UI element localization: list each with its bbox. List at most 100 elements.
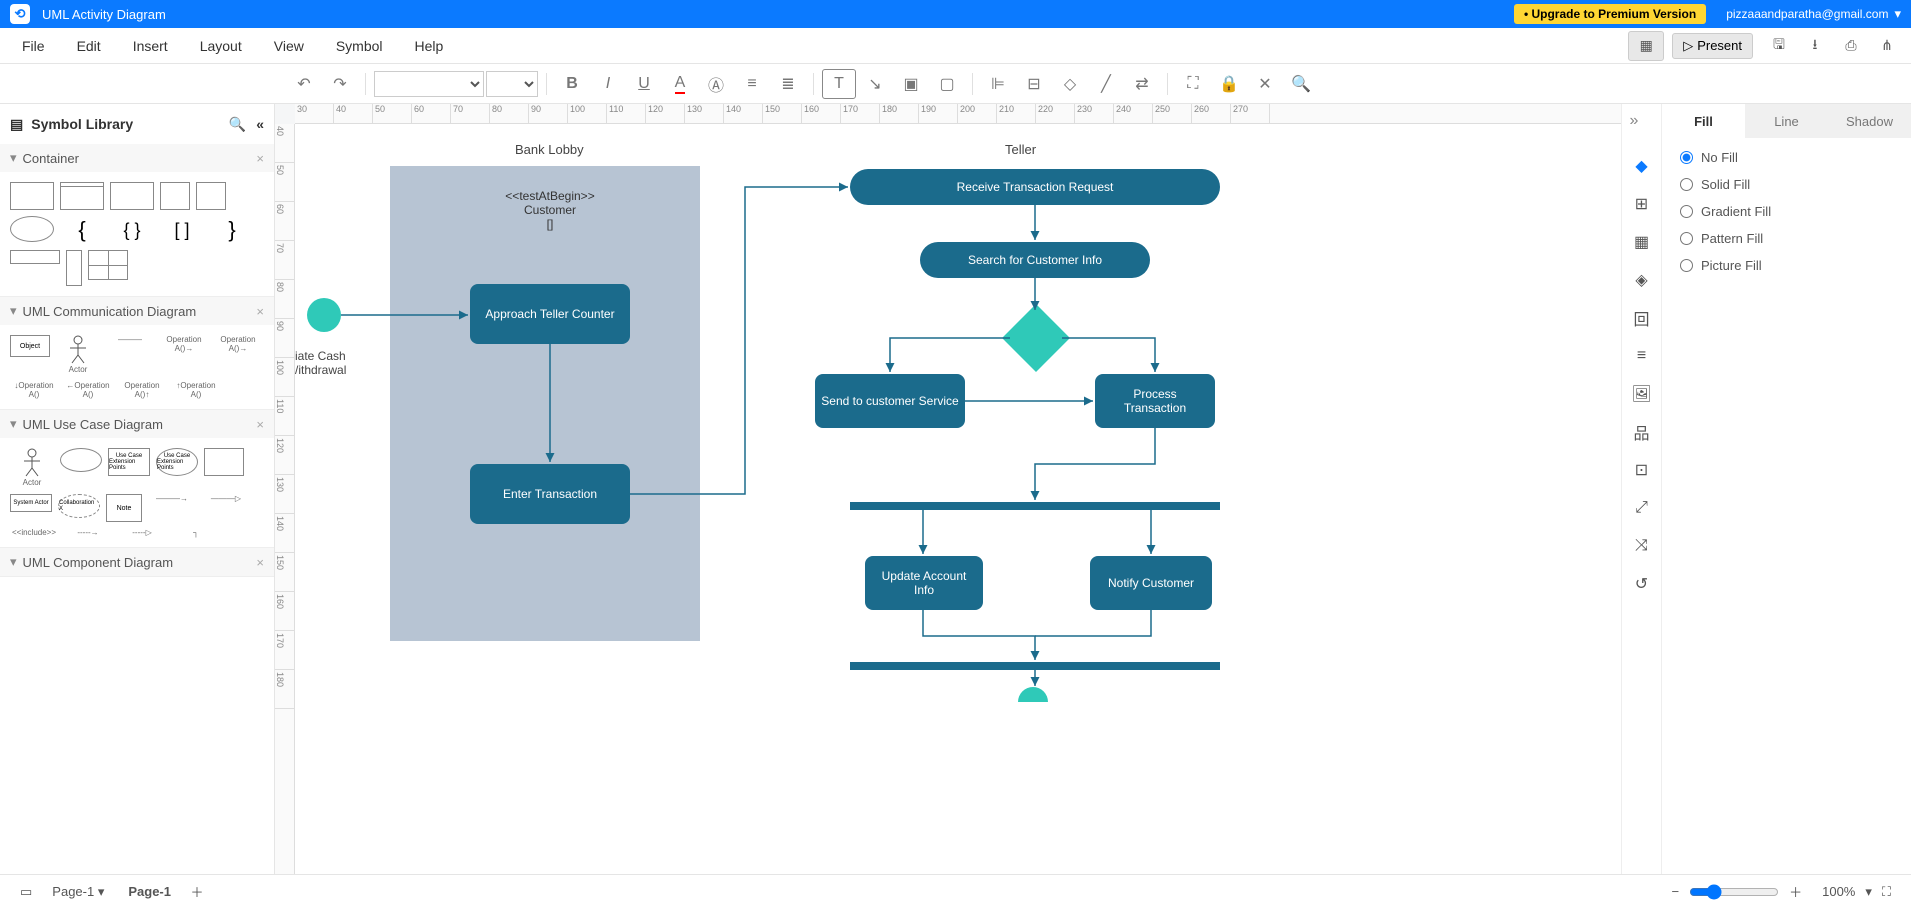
- shape-arrow-open[interactable]: ———▷: [202, 494, 250, 522]
- font-size-select[interactable]: [486, 71, 538, 97]
- shape-operation-u[interactable]: Operation A()↑: [118, 381, 166, 399]
- line-spacing-icon[interactable]: ≣: [771, 69, 805, 99]
- fork-bar-1[interactable]: [850, 502, 1220, 510]
- italic-icon[interactable]: I: [591, 69, 625, 99]
- expand-panel-icon[interactable]: »: [1630, 112, 1654, 136]
- shape-dash-arrow[interactable]: -----→: [64, 528, 112, 537]
- lib-head-component[interactable]: ▾ UML Component Diagram ×: [0, 548, 274, 576]
- page-select[interactable]: Page-1 ▾: [42, 884, 114, 900]
- pages-panel-icon[interactable]: ▭: [10, 884, 42, 900]
- tools-icon[interactable]: ✕: [1248, 69, 1282, 99]
- shape-container-4[interactable]: [160, 182, 190, 210]
- menu-file[interactable]: File: [6, 38, 61, 54]
- fullscreen-icon[interactable]: ⛶: [1872, 884, 1901, 900]
- final-node-partial[interactable]: [1018, 687, 1048, 702]
- diagram-canvas[interactable]: Bank Lobby Teller <<testAtBegin>> Custom…: [295, 124, 1621, 874]
- activity-search[interactable]: Search for Customer Info: [920, 242, 1150, 278]
- fill-tool-icon[interactable]: ◆: [1630, 154, 1654, 178]
- tab-fill[interactable]: Fill: [1662, 104, 1745, 138]
- sitemap-tool-icon[interactable]: 品: [1630, 420, 1654, 444]
- activity-enter[interactable]: Enter Transaction: [470, 464, 630, 524]
- highlight-icon[interactable]: Ⓐ: [699, 69, 733, 99]
- menu-symbol[interactable]: Symbol: [320, 38, 399, 54]
- join-bar-1[interactable]: [850, 662, 1220, 670]
- shape-brace-r[interactable]: }: [210, 216, 254, 244]
- stereotype-label[interactable]: <<testAtBegin>> Customer []: [490, 189, 610, 231]
- page-tab[interactable]: Page-1: [114, 884, 185, 899]
- download-icon[interactable]: ⭳: [1797, 31, 1833, 61]
- tab-shadow[interactable]: Shadow: [1828, 104, 1911, 138]
- data-tool-icon[interactable]: ≡: [1630, 344, 1654, 368]
- lib-head-container[interactable]: ▾ Container ×: [0, 144, 274, 172]
- close-icon[interactable]: ×: [256, 304, 264, 319]
- activity-process[interactable]: Process Transaction: [1095, 374, 1215, 428]
- close-icon[interactable]: ×: [256, 555, 264, 570]
- shape-object[interactable]: Object: [10, 335, 50, 357]
- shape-uc-actor[interactable]: Actor: [10, 448, 54, 488]
- shape-container-rect-2[interactable]: [60, 182, 104, 210]
- search-toolbar-icon[interactable]: 🔍: [1284, 69, 1318, 99]
- close-icon[interactable]: ×: [256, 417, 264, 432]
- shape-system-actor[interactable]: System Actor: [10, 494, 52, 512]
- zoom-slider[interactable]: [1689, 884, 1779, 900]
- initial-node[interactable]: [307, 298, 341, 332]
- fill-option-picture[interactable]: Picture Fill: [1680, 258, 1893, 273]
- shape-note[interactable]: Note: [106, 494, 142, 522]
- shape-line[interactable]: ———: [106, 335, 154, 375]
- fill-option-gradient[interactable]: Gradient Fill: [1680, 204, 1893, 219]
- shape-dash-open[interactable]: -----▷: [118, 528, 166, 537]
- collapse-sidebar-icon[interactable]: «: [256, 116, 264, 132]
- fill-color-icon[interactable]: ◇: [1053, 69, 1087, 99]
- save-icon[interactable]: 🖫: [1761, 31, 1797, 61]
- arrow-style-icon[interactable]: ⇄: [1125, 69, 1159, 99]
- layout-tool-icon[interactable]: ⊞: [1630, 192, 1654, 216]
- activity-update[interactable]: Update Account Info: [865, 556, 983, 610]
- font-color-icon[interactable]: A: [663, 69, 697, 99]
- shape-usecase[interactable]: [60, 448, 102, 472]
- clipped-activity-label[interactable]: iate Cash /ithdrawal: [295, 349, 355, 377]
- present-button[interactable]: ▷Present: [1672, 33, 1753, 59]
- canvas-area[interactable]: 3040506070809010011012013014015016017018…: [275, 104, 1621, 874]
- shape-actor[interactable]: Actor: [56, 335, 100, 375]
- image-tool-icon[interactable]: 🖼: [1630, 382, 1654, 406]
- shape-usecase-box[interactable]: Use CaseExtension Points: [108, 448, 150, 476]
- shape-brace-l[interactable]: {: [60, 216, 104, 244]
- fill-option-solid[interactable]: Solid Fill: [1680, 177, 1893, 192]
- history-tool-icon[interactable]: ↺: [1630, 572, 1654, 596]
- send-back-icon[interactable]: ▢: [930, 69, 964, 99]
- connector-icon[interactable]: ↘: [858, 69, 892, 99]
- redo-icon[interactable]: ↷: [323, 69, 357, 99]
- activity-send[interactable]: Send to customer Service: [815, 374, 965, 428]
- shape-operation-r[interactable]: Operation A()→: [160, 335, 208, 375]
- shuffle-tool-icon[interactable]: ⤨: [1630, 534, 1654, 558]
- presentation-icon[interactable]: ▦: [1628, 31, 1664, 61]
- shape-column[interactable]: [66, 250, 82, 286]
- shape-operation-u2[interactable]: ↑Operation A(): [172, 381, 220, 399]
- menu-layout[interactable]: Layout: [184, 38, 258, 54]
- user-email[interactable]: pizzaaandparatha@gmail.com: [1726, 7, 1888, 21]
- shape-arrow-r[interactable]: ———→: [148, 494, 196, 522]
- shapes-tool-icon[interactable]: ▦: [1630, 230, 1654, 254]
- fill-option-pattern[interactable]: Pattern Fill: [1680, 231, 1893, 246]
- swimlane-teller[interactable]: Teller: [1005, 142, 1036, 157]
- text-box-icon[interactable]: T: [822, 69, 856, 99]
- layers-tool-icon[interactable]: ◈: [1630, 268, 1654, 292]
- grid-tool-icon[interactable]: ⊡: [1630, 458, 1654, 482]
- shape-operation-d[interactable]: ↓Operation A(): [10, 381, 58, 399]
- decision-node[interactable]: [1002, 304, 1070, 372]
- shape-container-rect[interactable]: [10, 182, 54, 210]
- shape-bracket[interactable]: [ ]: [160, 216, 204, 244]
- font-family-select[interactable]: [374, 71, 484, 97]
- lib-head-usecase[interactable]: ▾ UML Use Case Diagram ×: [0, 410, 274, 438]
- menu-help[interactable]: Help: [399, 38, 460, 54]
- print-icon[interactable]: ⎙: [1833, 31, 1869, 61]
- shape-ellipse[interactable]: [10, 216, 54, 242]
- lib-head-communication[interactable]: ▾ UML Communication Diagram ×: [0, 297, 274, 325]
- menu-insert[interactable]: Insert: [117, 38, 184, 54]
- activity-receive[interactable]: Receive Transaction Request: [850, 169, 1220, 205]
- shape-collab[interactable]: Collaboration X: [58, 494, 100, 518]
- shape-container-5[interactable]: [196, 182, 226, 210]
- activity-approach[interactable]: Approach Teller Counter: [470, 284, 630, 344]
- align-objects-icon[interactable]: ⊫: [981, 69, 1015, 99]
- menu-edit[interactable]: Edit: [61, 38, 117, 54]
